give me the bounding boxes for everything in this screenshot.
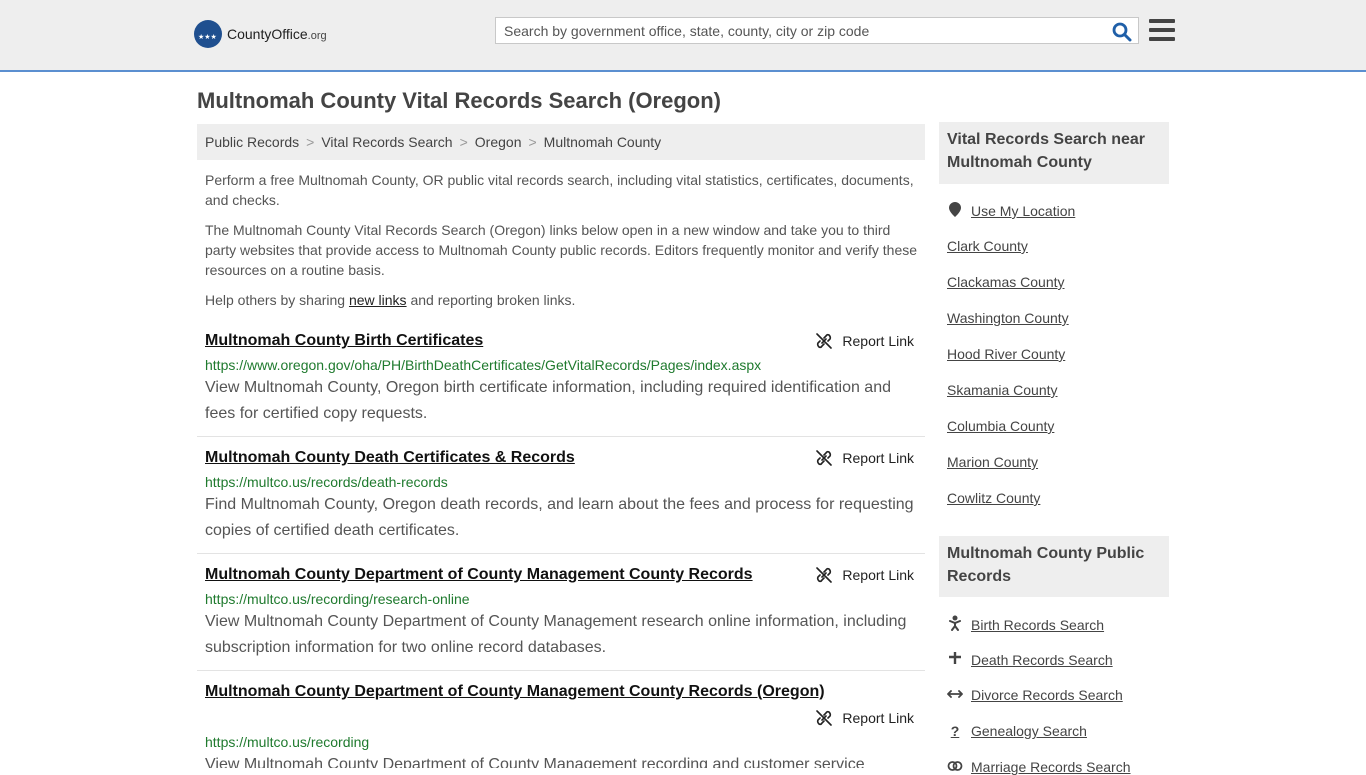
result-description: View Multnomah County Department of Coun… <box>205 756 865 768</box>
nearby-county-link[interactable]: Columbia County <box>947 418 1054 434</box>
public-records-section-header: Multnomah County Public Records <box>939 536 1169 597</box>
nearby-section-header: Vital Records Search near Multnomah Coun… <box>939 122 1169 184</box>
nearby-section-title: Vital Records Search near Multnomah Coun… <box>947 131 1146 171</box>
nearby-county-link[interactable]: Hood River County <box>947 346 1065 362</box>
breadcrumb-public-records[interactable]: Public Records <box>205 134 299 150</box>
search-box <box>495 17 1139 44</box>
arrows-icon <box>947 687 963 703</box>
result-title-link[interactable]: Multnomah County Department of County Ma… <box>205 566 753 584</box>
breadcrumb: Public Records > Vital Records Search > … <box>197 124 925 160</box>
result-item: Multnomah County Birth Certificates Repo… <box>197 326 925 437</box>
report-link-button[interactable]: Report Link <box>816 333 914 349</box>
result-url: https://multco.us/records/death-records <box>205 474 448 490</box>
nearby-county-link[interactable]: Cowlitz County <box>947 490 1040 506</box>
nearby-county-link[interactable]: Marion County <box>947 454 1038 470</box>
use-my-location-link[interactable]: Use My Location <box>947 202 1075 220</box>
new-links-link[interactable]: new links <box>349 292 407 308</box>
nearby-county-link[interactable]: Clark County <box>947 238 1028 254</box>
result-title-link[interactable]: Multnomah County Birth Certificates <box>205 332 483 350</box>
nearby-county-link[interactable]: Clackamas County <box>947 274 1065 290</box>
cross-icon <box>947 651 963 668</box>
logo-tld: .org <box>307 30 327 42</box>
report-link-button[interactable]: Report Link <box>816 567 914 583</box>
intro-paragraph-2: The Multnomah County Vital Records Searc… <box>205 222 918 278</box>
nearby-county-link[interactable]: Washington County <box>947 310 1069 326</box>
result-title-link[interactable]: Multnomah County Death Certificates & Re… <box>205 449 575 467</box>
marriage-records-search-link[interactable]: Marriage Records Search <box>947 759 1131 775</box>
result-url: https://www.oregon.gov/oha/PH/BirthDeath… <box>205 357 762 373</box>
site-header: CountyOffice.org <box>0 0 1366 72</box>
search-input[interactable] <box>496 18 1104 43</box>
site-logo[interactable]: CountyOffice.org <box>194 20 327 48</box>
public-records-section-title: Multnomah County Public Records <box>947 545 1145 585</box>
result-url: https://multco.us/recording/research-onl… <box>205 591 470 607</box>
broken-link-icon <box>816 567 833 583</box>
report-link-button[interactable]: Report Link <box>816 450 914 466</box>
result-url: https://multco.us/recording <box>205 734 370 750</box>
intro-paragraph-3: Help others by sharing new links and rep… <box>205 292 576 308</box>
result-item: Multnomah County Department of County Ma… <box>197 560 925 671</box>
nearby-county-link[interactable]: Skamania County <box>947 382 1058 398</box>
page-title: Multnomah County Vital Records Search (O… <box>197 88 721 113</box>
breadcrumb-oregon[interactable]: Oregon <box>475 134 522 150</box>
result-description: View Multnomah County Department of Coun… <box>205 613 907 656</box>
broken-link-icon <box>816 710 833 726</box>
result-description: Find Multnomah County, Oregon death reco… <box>205 496 914 539</box>
result-item: Multnomah County Death Certificates & Re… <box>197 443 925 554</box>
hamburger-menu-icon[interactable] <box>1149 19 1175 41</box>
broken-link-icon <box>816 450 833 466</box>
birth-records-search-link[interactable]: Birth Records Search <box>947 615 1104 634</box>
result-description: View Multnomah County, Oregon birth cert… <box>205 379 891 422</box>
intro-paragraph-1: Perform a free Multnomah County, OR publ… <box>205 172 914 208</box>
baby-icon <box>947 615 963 634</box>
question-icon: ? <box>950 723 960 739</box>
result-title-link[interactable]: Multnomah County Department of County Ma… <box>205 683 825 701</box>
broken-link-icon <box>816 333 833 349</box>
breadcrumb-vital-records-search[interactable]: Vital Records Search <box>321 134 452 150</box>
result-item: Multnomah County Department of County Ma… <box>197 677 925 768</box>
breadcrumb-multnomah-county: Multnomah County <box>543 134 662 150</box>
search-icon[interactable] <box>1112 22 1132 42</box>
rings-icon <box>947 759 963 775</box>
divorce-records-search-link[interactable]: Divorce Records Search <box>947 687 1123 703</box>
death-records-search-link[interactable]: Death Records Search <box>947 651 1113 668</box>
report-link-button[interactable]: Report Link <box>816 710 914 726</box>
logo-brand: CountyOffice <box>227 26 308 42</box>
map-pin-icon <box>947 202 963 220</box>
genealogy-search-link[interactable]: ? Genealogy Search <box>947 723 1087 739</box>
logo-badge-icon <box>194 20 222 48</box>
